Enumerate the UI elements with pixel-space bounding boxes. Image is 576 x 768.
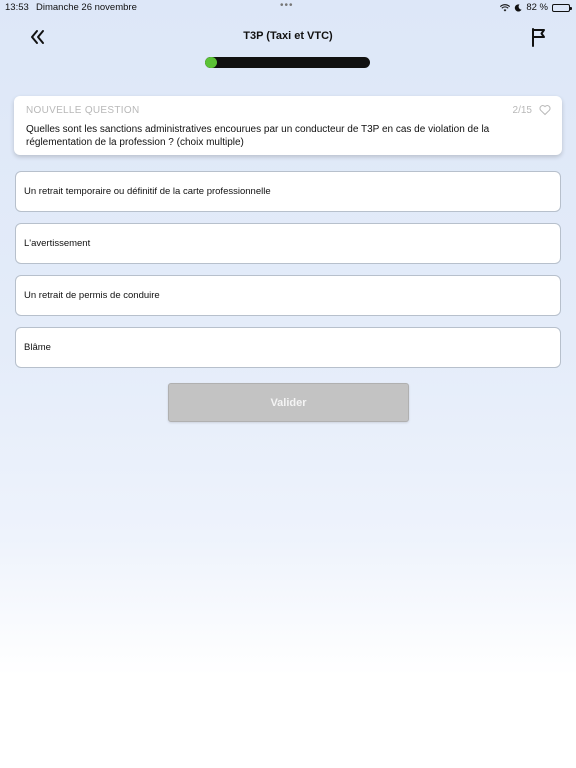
progress-fill: [205, 57, 217, 68]
battery-icon: [552, 3, 572, 12]
moon-icon: [515, 3, 522, 12]
report-button[interactable]: [528, 26, 550, 48]
multitasking-dots[interactable]: •••: [280, 0, 294, 11]
validate-button[interactable]: Valider: [168, 383, 409, 422]
answer-option[interactable]: Un retrait de permis de conduire: [15, 275, 561, 316]
question-card: NOUVELLE QUESTION 2/15 Quelles sont les …: [14, 96, 562, 155]
question-label: NOUVELLE QUESTION: [26, 105, 140, 116]
header: T3P (Taxi et VTC): [0, 22, 576, 52]
question-text: Quelles sont les sanctions administrativ…: [26, 124, 490, 148]
page-title: T3P (Taxi et VTC): [243, 30, 333, 42]
wifi-icon: [500, 3, 511, 11]
answer-option[interactable]: Blâme: [15, 327, 561, 368]
status-date: Dimanche 26 novembre: [36, 2, 137, 13]
status-right: 82 %: [500, 2, 572, 13]
answer-option[interactable]: L'avertissement: [15, 223, 561, 264]
heart-icon[interactable]: [539, 104, 551, 116]
answer-option[interactable]: Un retrait temporaire ou définitif de la…: [15, 171, 561, 212]
status-time: 13:53: [5, 2, 29, 13]
flag-icon: [532, 28, 545, 47]
question-counter: 2/15: [512, 105, 532, 116]
answer-list: Un retrait temporaire ou définitif de la…: [15, 171, 561, 379]
progress-bar: [205, 57, 370, 68]
battery-percent: 82 %: [526, 2, 548, 13]
status-bar: 13:53 Dimanche 26 novembre ••• 82 %: [0, 0, 576, 16]
